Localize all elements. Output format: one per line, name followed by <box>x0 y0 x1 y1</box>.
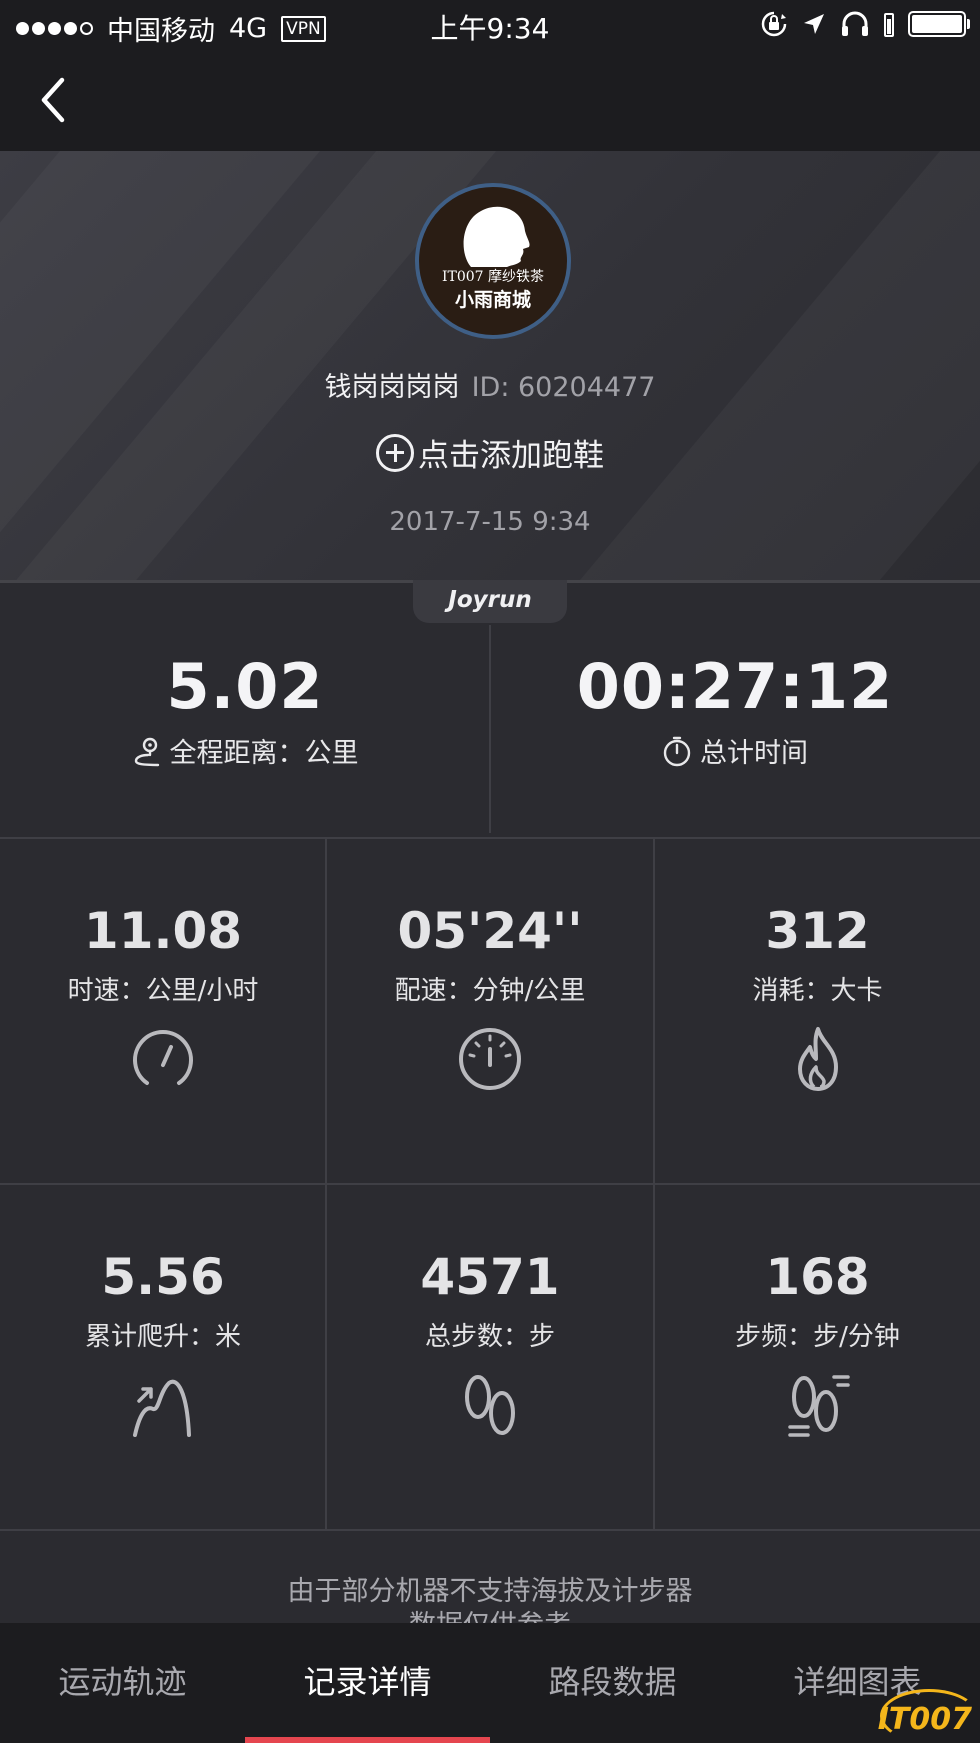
user-info-row: 钱岗岗岗岗 ID: 60204477 <box>0 365 980 404</box>
active-tab-indicator <box>245 1737 490 1743</box>
distance-stat: 5.02 全程距离：公里 <box>0 650 490 770</box>
back-button[interactable] <box>30 72 80 128</box>
duration-label: 总计时间 <box>700 738 808 769</box>
calories-value: 312 <box>765 902 870 960</box>
climb-label: 累计爬升：米 <box>84 1322 241 1352</box>
avatar-text-top: IT007 摩纱铁茶 <box>441 269 545 285</box>
cadence-stat: 168 步频：步/分钟 <box>655 1248 980 1439</box>
cadence-label: 步频：步/分钟 <box>735 1322 900 1352</box>
speed-label: 时速：公里/小时 <box>67 976 259 1006</box>
silhouette-head-icon <box>463 206 530 267</box>
steps-value: 4571 <box>420 1248 560 1306</box>
disclaimer-line-1: 由于部分机器不支持海拔及计步器 <box>287 1576 693 1607</box>
tab-segment-data[interactable]: 路段数据 <box>490 1623 735 1743</box>
footprints-icon <box>465 1375 515 1435</box>
status-right <box>760 10 970 38</box>
add-shoes-button[interactable]: 点击添加跑鞋 <box>0 430 980 475</box>
chevron-left-icon <box>41 77 65 123</box>
climb-value: 5.56 <box>101 1248 225 1306</box>
calories-stat: 312 消耗：大卡 <box>655 902 980 1093</box>
steps-label: 总步数：步 <box>424 1322 555 1352</box>
cadence-icon <box>787 1375 850 1437</box>
duration-value: 00:27:12 <box>576 650 894 723</box>
avatar[interactable]: IT007 摩纱铁茶 小雨商城 <box>415 183 571 339</box>
pace-gauge-icon <box>459 1028 521 1090</box>
distance-value: 5.02 <box>166 650 324 723</box>
distance-label: 全程距离：公里 <box>169 738 359 769</box>
speed-value: 11.08 <box>83 902 243 960</box>
cadence-value: 168 <box>765 1248 870 1306</box>
steps-stat: 4571 总步数：步 <box>327 1248 653 1439</box>
stopwatch-icon <box>663 736 691 766</box>
stats-panel: Joyrun 5.02 全程距离：公里 00:27:12 总计时间 11.08 … <box>0 580 980 1641</box>
pace-value: 05'24'' <box>397 902 583 960</box>
duration-stat: 00:27:12 总计时间 <box>490 650 980 770</box>
speed-stat: 11.08 时速：公里/小时 <box>0 902 326 1093</box>
headphone-battery-icon <box>884 13 894 37</box>
calories-label: 消耗：大卡 <box>752 976 883 1006</box>
climb-stat: 5.56 累计爬升：米 <box>0 1248 326 1439</box>
run-record-screen: 中国移动 4G VPN 上午9:34 IT007 摩纱铁茶 小雨商城 钱岗岗岗岗… <box>0 0 980 1743</box>
pace-label: 配速：分钟/公里 <box>394 976 586 1006</box>
battery-icon <box>908 11 970 37</box>
record-date: 2017-7-15 9:34 <box>389 507 591 537</box>
plus-circle-icon <box>376 433 414 472</box>
orientation-lock-icon <box>761 11 787 37</box>
profile-header: IT007 摩纱铁茶 小雨商城 钱岗岗岗岗 ID: 60204477 点击添加跑鞋… <box>0 151 980 580</box>
avatar-text-bottom: 小雨商城 <box>454 289 531 311</box>
user-id: ID: 60204477 <box>471 372 656 403</box>
username: 钱岗岗岗岗 <box>324 372 460 403</box>
location-arrow-icon <box>804 14 824 34</box>
bottom-tab-bar: 运动轨迹 记录详情 路段数据 详细图表 IT007 <box>0 1623 980 1743</box>
route-pin-icon <box>134 737 159 766</box>
add-shoes-label: 点击添加跑鞋 <box>418 438 604 474</box>
tab-record-details[interactable]: 记录详情 <box>245 1623 490 1743</box>
brand-badge: Joyrun <box>413 580 567 623</box>
watermark-logo: IT007 <box>877 1702 972 1737</box>
status-bar: 中国移动 4G VPN 上午9:34 <box>0 0 980 50</box>
pace-stat: 05'24'' 配速：分钟/公里 <box>327 902 653 1093</box>
tab-track[interactable]: 运动轨迹 <box>0 1623 245 1743</box>
headphones-icon <box>842 11 868 36</box>
speedometer-icon <box>133 1030 193 1085</box>
climb-icon <box>133 1379 191 1437</box>
flame-icon <box>797 1027 838 1091</box>
navigation-bar <box>0 50 980 151</box>
